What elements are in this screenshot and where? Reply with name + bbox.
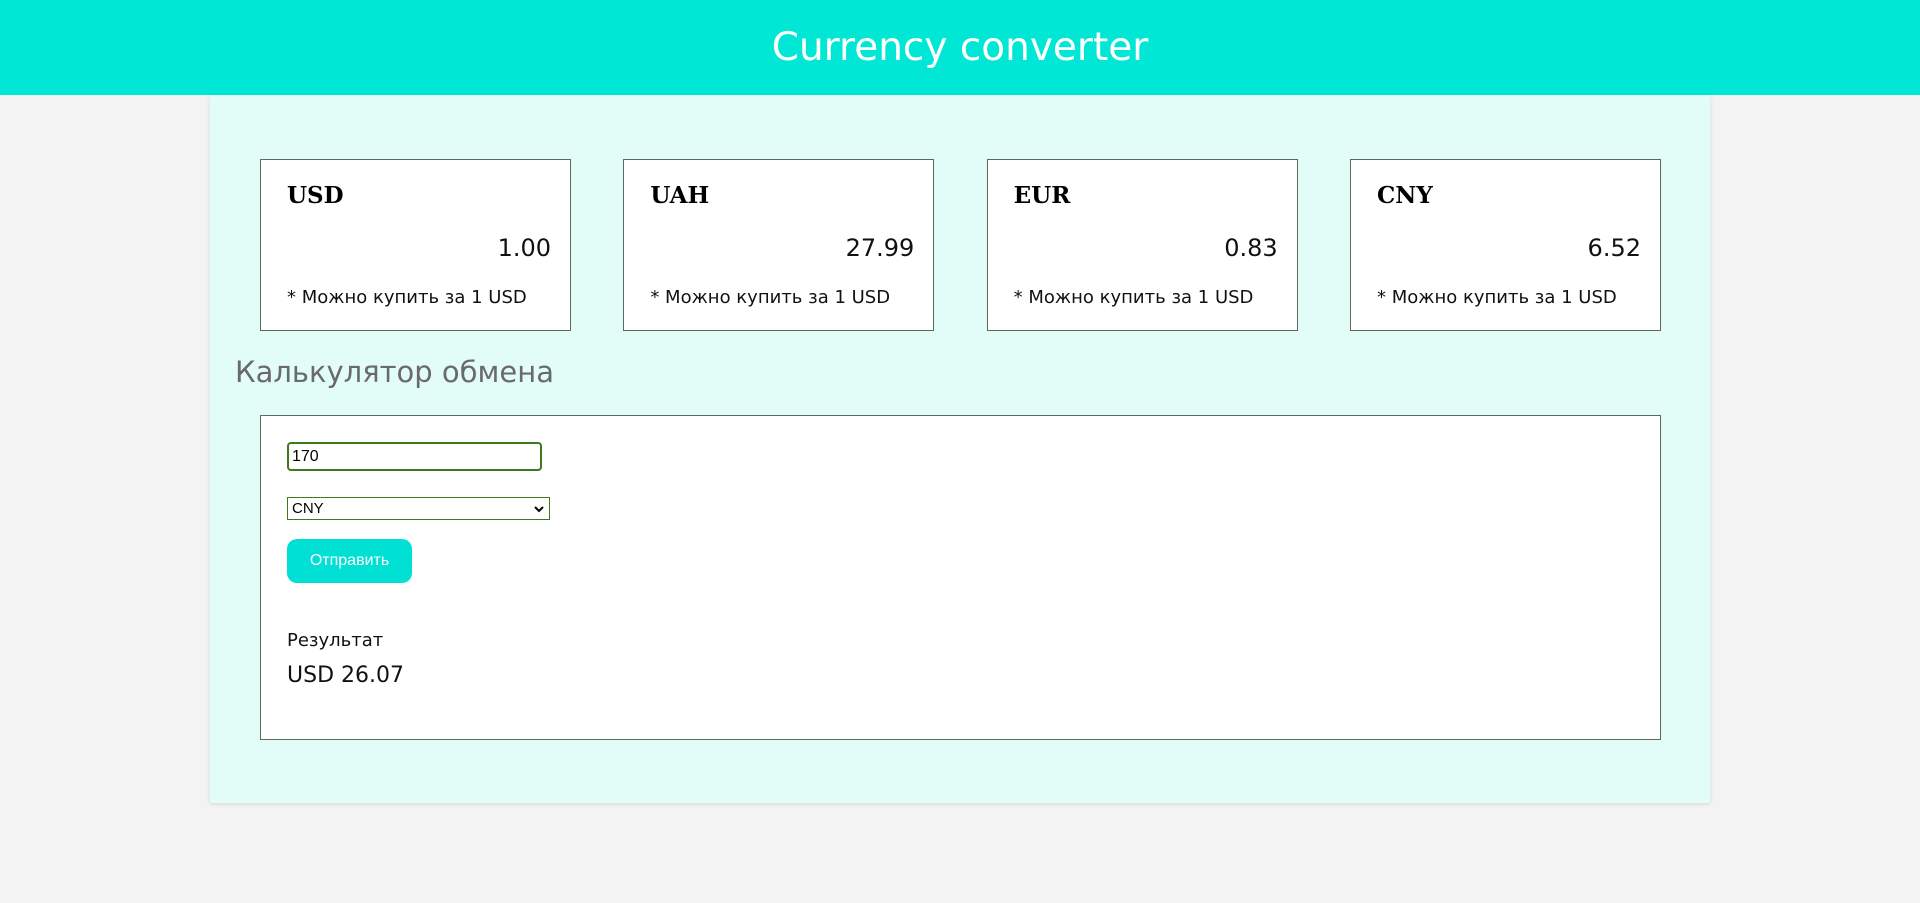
- currency-code: EUR: [1013, 182, 1071, 209]
- rate-note: * Можно купить за 1 USD: [1376, 287, 1617, 308]
- chevron-down-icon: [534, 505, 544, 512]
- app-header: Currency converter: [0, 0, 1920, 95]
- rate-note: * Можно купить за 1 USD: [287, 287, 527, 308]
- calculator-box: CNY Отправить Результат USD 26.07: [260, 415, 1661, 740]
- calculator-title: Калькулятор обмена: [235, 355, 554, 389]
- result-value: USD 26.07: [287, 663, 404, 688]
- rate-card-eur: EUR 0.83 * Можно купить за 1 USD: [986, 159, 1298, 331]
- currency-select[interactable]: CNY: [287, 497, 550, 520]
- currency-code: USD: [287, 182, 344, 209]
- page-title: Currency converter: [771, 25, 1149, 70]
- rate-card-cny: CNY 6.52 * Можно купить за 1 USD: [1349, 159, 1661, 331]
- main-panel: USD 1.00 * Можно купить за 1 USD UAH 27.…: [210, 95, 1710, 803]
- currency-code: UAH: [650, 182, 710, 209]
- currency-rate: 0.83: [1224, 234, 1278, 262]
- rate-cards: USD 1.00 * Можно купить за 1 USD UAH 27.…: [260, 159, 1661, 333]
- rate-note: * Можно купить за 1 USD: [1013, 287, 1254, 308]
- currency-rate: 6.52: [1587, 234, 1641, 262]
- currency-rate: 27.99: [845, 234, 915, 262]
- amount-input[interactable]: [287, 442, 542, 471]
- rate-note: * Можно купить за 1 USD: [650, 287, 891, 308]
- submit-button[interactable]: Отправить: [287, 539, 412, 583]
- rate-card-uah: UAH 27.99 * Можно купить за 1 USD: [623, 159, 935, 331]
- currency-select-value: CNY: [292, 500, 324, 517]
- rate-card-usd: USD 1.00 * Можно купить за 1 USD: [260, 159, 571, 331]
- currency-code: CNY: [1376, 182, 1433, 209]
- result-label: Результат: [287, 630, 384, 651]
- currency-rate: 1.00: [497, 234, 551, 262]
